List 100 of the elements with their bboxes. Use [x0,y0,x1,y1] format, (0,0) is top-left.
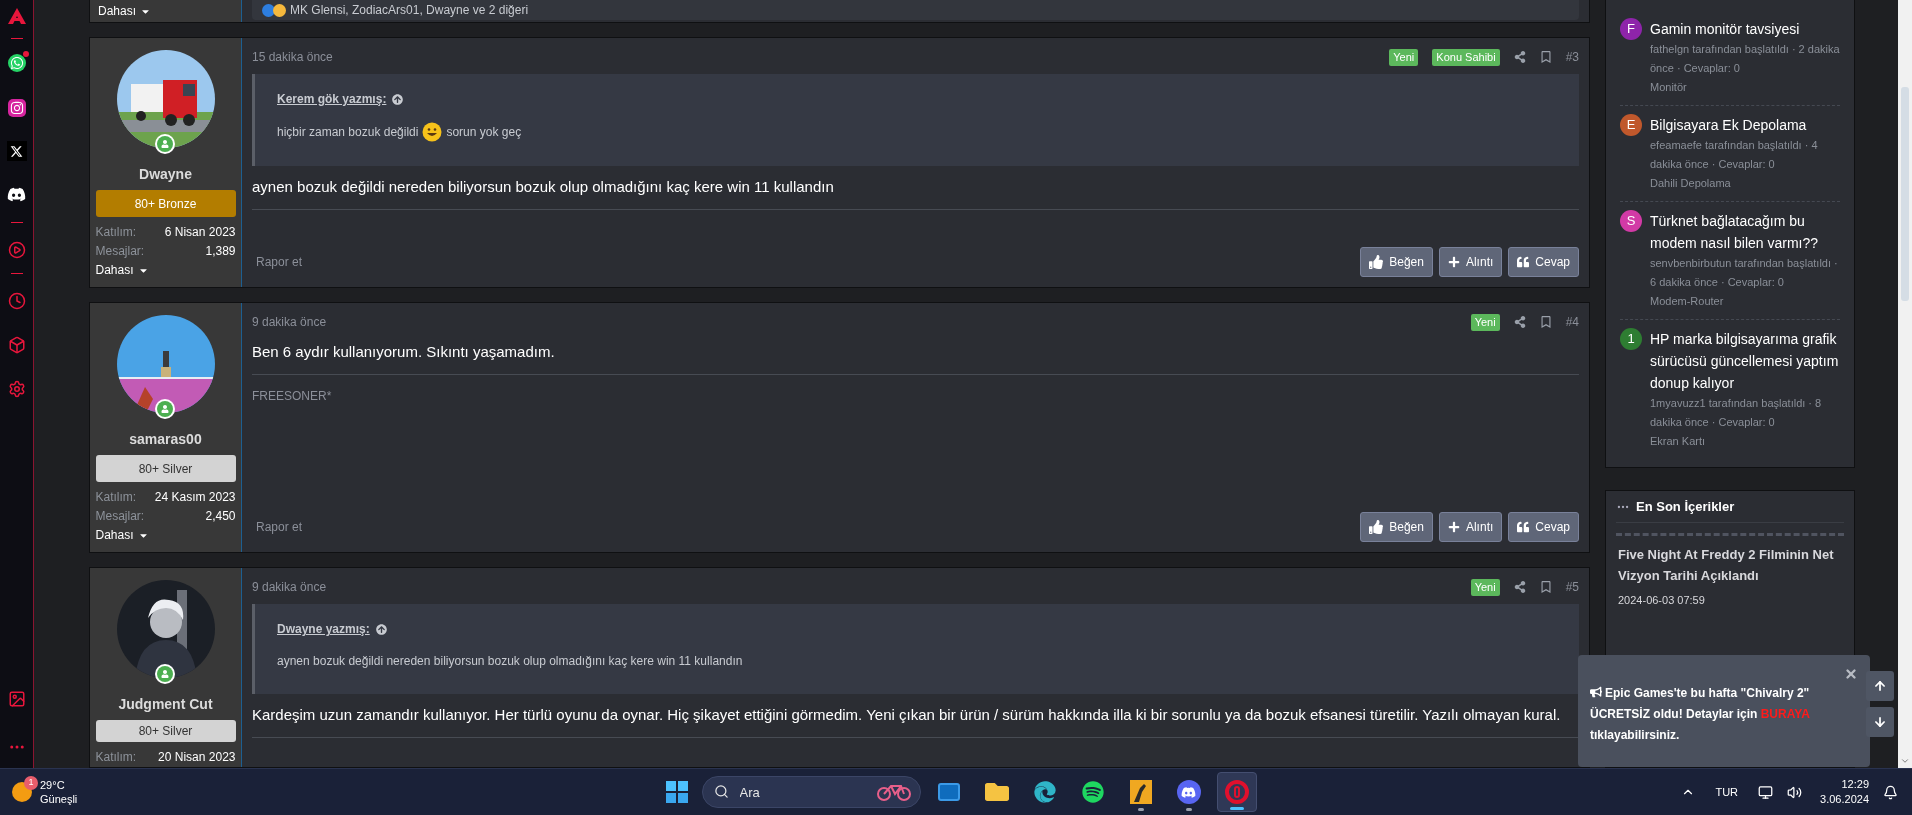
thread-title: Bilgisayara Ek Depolama [1650,116,1808,135]
info-value: 24 Kasım 2023 [154,489,236,506]
thread-title: Gamin monitör tavsiyesi [1650,20,1801,39]
bicycle-icon [876,783,911,801]
share-icon[interactable] [1513,316,1526,328]
discord-icon[interactable] [7,185,26,204]
notice-text: Epic Games'te bu hafta "Chivalry 2" ÜCRETSİZ oldu! Detaylar için BURAYA tıklayabilirsiniz. [1590,685,1811,744]
post-time: 15 dakika önce [252,49,333,66]
plus-icon [1447,521,1460,533]
scroll-up-button[interactable] [1866,671,1894,701]
volume-icon[interactable] [1787,784,1803,800]
weather-temp: 29°C [40,778,66,792]
thread-title: HP marka bilgisayarıma grafik sürücüsü güncellemesi yaptım donup kalıyor [1650,330,1840,393]
notifications-bell-icon[interactable] [1883,784,1898,800]
post-body: aynen bozuk değildi nereden biliyorsun bozuk olup olmadığını kaç kere win 11 kullandın [252,177,835,197]
status-badge: Yeni [1470,578,1500,596]
info-label: Mesajlar: [95,508,145,525]
bookmark-icon[interactable] [1539,316,1552,328]
megaphone-icon [1590,686,1602,698]
page-scrollbar[interactable] [1898,0,1912,768]
weather-condition: Güneşli [40,792,78,806]
discord-icon [1176,780,1201,804]
info-value: 20 Nisan 2023 [158,749,236,766]
cube-icon[interactable] [7,336,26,354]
latest-item[interactable]: Five Night At Freddy 2 Filminin Net Vizyon Tarihi Açıklandı 2024-06-03 07:59 [1616,533,1844,615]
post-action-button[interactable]: Cevap [1508,512,1579,542]
card-title: En Son İçerikler [1636,497,1735,516]
thread-meta: fathelgn tarafından başlatıldı · 2 dakika önce · Cevaplar: 0 [1650,42,1840,76]
latest-date: 2024-06-03 07:59 [1618,593,1706,608]
info-value: 1,389 [205,243,236,260]
clock-time[interactable]: 12:29 [1841,777,1869,792]
quote-text: hiçbir zaman bozuk değildi [277,124,419,141]
report-link[interactable]: Rapor et [256,518,303,536]
opera-icon [1224,780,1249,804]
running-indicator [1185,808,1192,811]
thread-item[interactable]: E Bilgisayara Ek Depolama efeamaefe tarafından başlatıldı · 4 dakika önce · Cevaplar: 0 Dahili Depolama [1620,105,1840,201]
post-number[interactable]: #4 [1565,313,1579,331]
thread-category: Dahili Depolama [1650,176,1732,191]
reactions-bar[interactable]: MK Glensi, ZodiacArs01, Dwayne ve 2 diğeri [252,0,1579,20]
rank-label: 80+ Bronze [95,190,236,217]
username-link[interactable]: Dwayne [139,164,192,185]
scroll-down-button[interactable] [1866,707,1894,737]
post-body: Kardeşim uzun zamandır kullanıyor. Her türlü oyunu da oynar. Hiç şikayet ettiğini görmedim. Yeni çıkan bir ürün / sürüm hakkında illa ki bir sorunlu ya da bozuk efsanesi türetilir. Yazılı olmayan kural. [252,705,1562,725]
rank-label: 80+ Silver [95,455,236,482]
taskbar-app[interactable] [1216,772,1257,812]
post-action-button[interactable]: Alıntı [1438,512,1503,542]
whatsapp-icon[interactable] [7,54,26,72]
bookmark-icon[interactable] [1539,51,1552,63]
settings-icon[interactable] [7,380,26,398]
clock-date[interactable]: 3.06.2024 [1820,792,1869,807]
username-link[interactable]: Judgment Cut [118,694,213,715]
info-label: Katılım: [95,489,137,506]
post-action-button[interactable]: Beğen [1360,512,1433,542]
play-icon[interactable] [7,241,26,259]
windows-start-icon[interactable] [665,781,688,803]
username-link[interactable]: samaras00 [129,429,202,450]
user-avatar: 1 [1620,328,1642,350]
instagram-icon[interactable] [7,99,26,117]
post-action-button[interactable]: Beğen [1360,247,1433,277]
quote-author-link[interactable]: Kerem gök yazmış: [277,90,387,108]
aria-logo-icon[interactable] [7,8,26,24]
thread-category: Monitör [1650,80,1688,95]
status-badge: Konu Sahibi [1432,48,1500,66]
clock-icon[interactable] [7,292,26,310]
post-time: 9 dakika önce [252,314,327,331]
post-number[interactable]: #5 [1565,578,1579,596]
post-number[interactable]: #3 [1565,48,1579,66]
info-label: Katılım: [95,749,137,766]
language-indicator[interactable]: TUR [1715,783,1739,801]
quote-text: sorun yok geç [446,124,522,141]
thread-category: Modem-Router [1650,294,1725,309]
share-icon[interactable] [1513,51,1526,63]
thread-item[interactable]: S Türknet bağlatacağım bu modem nasıl bilen varmı?? senvbenbirbutun tarafından başlatıldı · 6 dakika önce · Cevaplar: 0 Modem-Router [1620,201,1840,319]
info-value: 2,450 [205,508,236,525]
more-toggle[interactable]: Dahası [95,261,149,280]
info-value: 6 Nisan 2023 [164,224,236,241]
x-icon[interactable] [6,141,27,161]
latest-title: Five Night At Freddy 2 Filminin Net Vizyon Tarihi Açıklandı [1618,546,1835,585]
bookmark-icon[interactable] [1539,581,1552,593]
status-badge: Yeni [1389,48,1419,66]
scrollbar-thumb[interactable] [1901,87,1909,301]
laugh-reaction-icon [273,3,286,17]
report-link[interactable]: Rapor et [256,253,303,271]
thread-title: Türknet bağlatacağım bu modem nasıl bilen varmı?? [1650,212,1820,253]
search-icon [713,784,729,799]
thread-meta: senvbenbirbutun tarafından başlatıldı · 6 dakika önce · Cevaplar: 0 [1650,256,1839,290]
more-toggle[interactable]: Dahası [95,526,149,545]
network-icon[interactable] [1758,784,1774,800]
plus-icon [1447,256,1460,268]
post-action-button[interactable]: Cevap [1508,247,1579,277]
thread-meta: efeamaefe tarafından başlatıldı · 4 dakika önce · Cevaplar: 0 [1650,138,1819,172]
share-icon[interactable] [1513,581,1526,593]
thread-item[interactable]: F Gamin monitör tavsiyesi fathelgn tarafından başlatıldı · 2 dakika önce · Cevaplar: 0 Monitör [1620,10,1840,105]
thread-item[interactable]: 1 HP marka bilgisayarıma grafik sürücüsü güncellemesi yaptım donup kalıyor 1myavuzz1 tarafından başlatıldı · 8 dakika önce · Cevaplar: 0 Ekran Kartı [1620,319,1840,459]
close-button[interactable] [1844,667,1858,681]
search-field[interactable]: Ara [701,776,921,808]
post-action-button[interactable]: Alıntı [1438,247,1503,277]
quote-author-link[interactable]: Dwayne yazmış: [277,620,370,638]
image-icon[interactable] [7,690,26,708]
like-reaction-icon [262,3,275,17]
